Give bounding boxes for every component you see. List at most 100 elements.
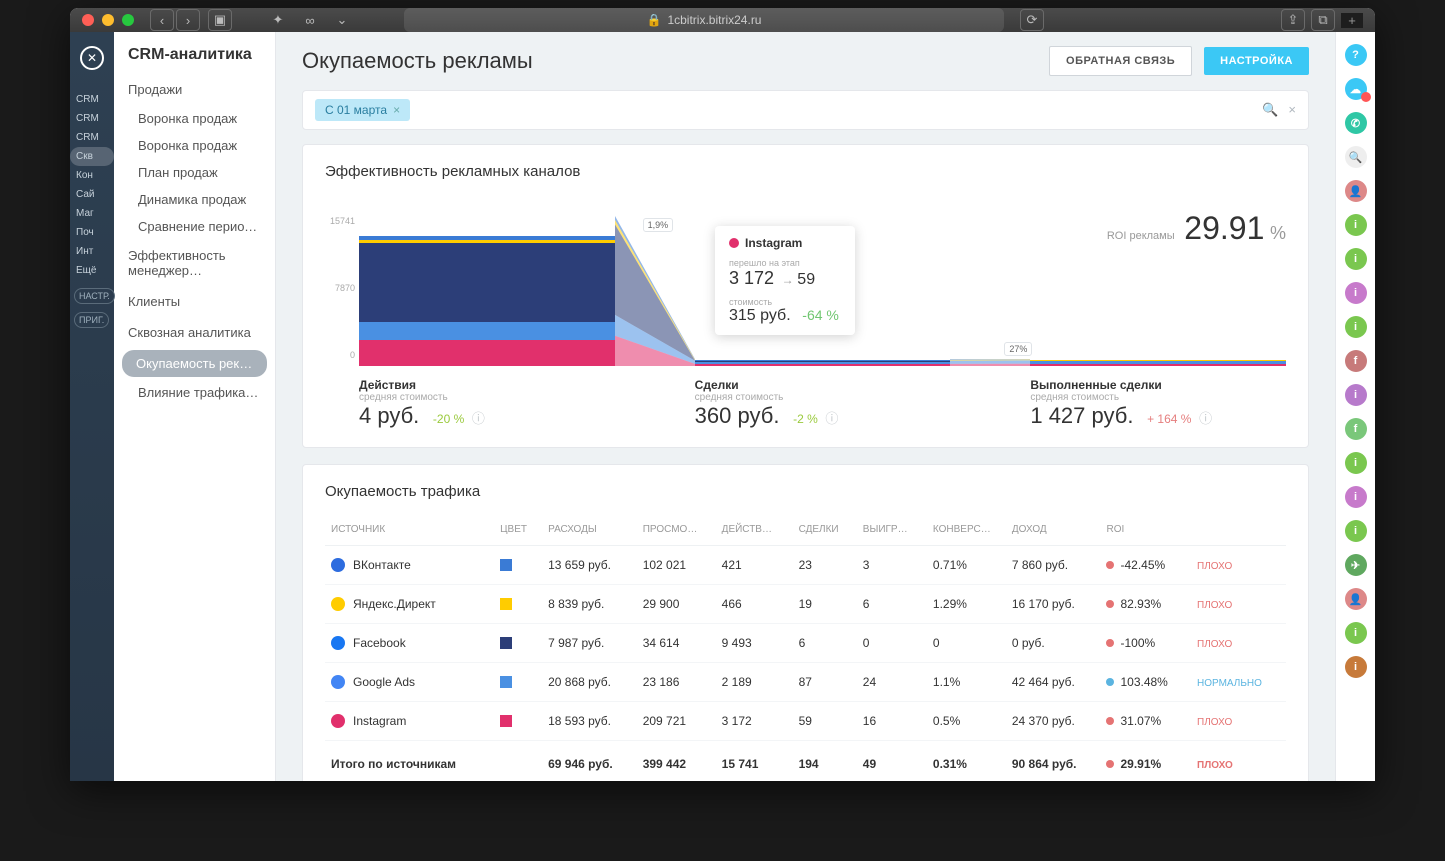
column-header[interactable]: СДЕЛКИ [793,514,857,546]
roi-dot-icon [1106,600,1114,608]
column-header[interactable]: ROI [1100,514,1191,546]
close-icon[interactable]: ✕ [80,46,104,70]
settings-button[interactable]: НАСТРОЙКА [1204,47,1309,75]
rail-item[interactable]: Скв [70,147,114,166]
rail-item[interactable]: Сай [70,185,114,204]
sidebar-item[interactable]: Клиенты [114,286,275,317]
share-icon[interactable]: ⇪ [1281,9,1305,31]
info-icon[interactable]: i [1345,452,1367,474]
page-title: Окупаемость рекламы [302,48,533,74]
rail-item[interactable]: Маг [70,204,114,223]
cell-views: 34 614 [637,624,716,663]
avatar[interactable]: 👤 [1345,180,1367,202]
rail-settings-button[interactable]: НАСТР. [74,288,115,304]
feedback-button[interactable]: ОБРАТНАЯ СВЯЗЬ [1049,46,1192,76]
filter-chip[interactable]: С 01 марта × [315,99,410,121]
cell-deals: 59 [793,702,857,741]
notifications-icon[interactable]: ☁ [1345,78,1367,100]
info-icon[interactable]: i [1345,214,1367,236]
chip-remove-icon[interactable]: × [393,103,400,117]
tabs-icon[interactable]: ⧉ [1311,9,1335,31]
search-icon[interactable]: 🔍 [1262,102,1278,118]
search-rail-icon[interactable]: 🔍 [1345,146,1367,168]
sidebar-item[interactable]: Влияние трафика на пр… [114,379,275,406]
sidebar-item[interactable]: Воронка продаж [114,132,275,159]
info-icon[interactable]: ⓘ [1199,411,1212,426]
rail-item[interactable]: CRM [70,90,114,109]
rail-item[interactable]: Ещё [70,261,114,280]
window-close-icon[interactable] [82,14,94,26]
rail-invite-button[interactable]: ПРИГ. [74,312,109,328]
stage-delta: -20 % [433,412,464,426]
info-icon[interactable]: i [1345,622,1367,644]
column-header[interactable]: КОНВЕРС… [927,514,1006,546]
rail-item[interactable]: CRM [70,109,114,128]
table-row[interactable]: Google Ads 20 868 руб. 23 186 2 189 87 2… [325,663,1286,702]
info-icon[interactable]: i [1345,520,1367,542]
column-header[interactable]: ДЕЙСТВ… [716,514,793,546]
column-header[interactable]: ДОХОД [1006,514,1101,546]
sidebar-item[interactable]: Динамика продаж [114,186,275,213]
roi-badge: ПЛОХО [1197,561,1232,572]
info-icon[interactable]: ⓘ [825,411,838,426]
info-icon[interactable]: i [1345,316,1367,338]
new-tab-button[interactable]: + [1341,13,1363,28]
info-icon[interactable]: ⓘ [472,411,485,426]
table-row[interactable]: Яндекс.Директ 8 839 руб. 29 900 466 19 6… [325,585,1286,624]
table-row[interactable]: Instagram 18 593 руб. 209 721 3 172 59 1… [325,702,1286,741]
sidebar-item[interactable]: Сквозная аналитика [114,317,275,348]
back-button[interactable]: ‹ [150,9,174,31]
column-header[interactable]: ПРОСМО… [637,514,716,546]
info-icon[interactable]: i [1345,248,1367,270]
info-icon[interactable]: i [1345,656,1367,678]
rail-item[interactable]: Кон [70,166,114,185]
sidebar-item[interactable]: Эффективность менеджер… [114,240,275,286]
sidebar-toggle-icon[interactable]: ▣ [208,9,232,31]
cell-conv: 1.1% [927,663,1006,702]
chat-icon[interactable]: ✆ [1345,112,1367,134]
rail-item[interactable]: Инт [70,242,114,261]
evernote-icon[interactable]: ✦ [264,9,292,31]
clear-icon[interactable]: × [1288,102,1296,118]
funnel-layer[interactable] [359,243,615,321]
column-header[interactable]: ИСТОЧНИК [325,514,494,546]
cell-won: 6 [857,585,927,624]
window-min-icon[interactable] [102,14,114,26]
ext-icon[interactable]: ∞ [296,9,324,31]
column-header[interactable] [1191,514,1286,546]
sidebar-item[interactable]: План продаж [114,159,275,186]
column-header[interactable]: РАСХОДЫ [542,514,637,546]
funnel-layer[interactable] [695,364,951,366]
sidebar-item[interactable]: Продажи [114,74,275,105]
column-header[interactable]: ВЫИГР… [857,514,927,546]
table-row[interactable]: Facebook 7 987 руб. 34 614 9 493 6 0 0 0… [325,624,1286,663]
window-max-icon[interactable] [122,14,134,26]
stage-label: Действия [359,378,615,392]
avatar[interactable]: 👤 [1345,588,1367,610]
telegram-icon[interactable]: ✈ [1345,554,1367,576]
funnel-layer[interactable] [1030,364,1286,366]
rail-item[interactable]: CRM [70,128,114,147]
rail-item[interactable]: Поч [70,223,114,242]
funnel-layer[interactable] [359,322,615,340]
pocket-icon[interactable]: ⌄ [328,9,356,31]
sidebar-item[interactable]: Воронка продаж [114,105,275,132]
tooltip-series-dot-icon [729,238,739,248]
right-rail: ? ☁ ✆ 🔍 👤 i i i i f i f i i i ✈ 👤 i i [1335,32,1375,781]
info-icon[interactable]: i [1345,384,1367,406]
sidebar-item[interactable]: Сравнение периодов [114,213,275,240]
sidebar-item[interactable]: Окупаемость рекламы [122,350,267,377]
reload-icon[interactable]: ⟳ [1020,9,1044,31]
table-row[interactable]: ВКонтакте 13 659 руб. 102 021 421 23 3 0… [325,546,1286,585]
filter-bar[interactable]: С 01 марта × 🔍 × [302,90,1309,130]
info-icon[interactable]: i [1345,282,1367,304]
url-bar[interactable]: 🔒 1cbitrix.bitrix24.ru [404,8,1004,32]
info-icon[interactable]: f [1345,350,1367,372]
funnel-layer[interactable] [359,340,615,366]
forward-button[interactable]: › [176,9,200,31]
help-icon[interactable]: ? [1345,44,1367,66]
column-header[interactable]: ЦВЕТ [494,514,542,546]
info-icon[interactable]: i [1345,486,1367,508]
cell-income: 16 170 руб. [1006,585,1101,624]
info-icon[interactable]: f [1345,418,1367,440]
